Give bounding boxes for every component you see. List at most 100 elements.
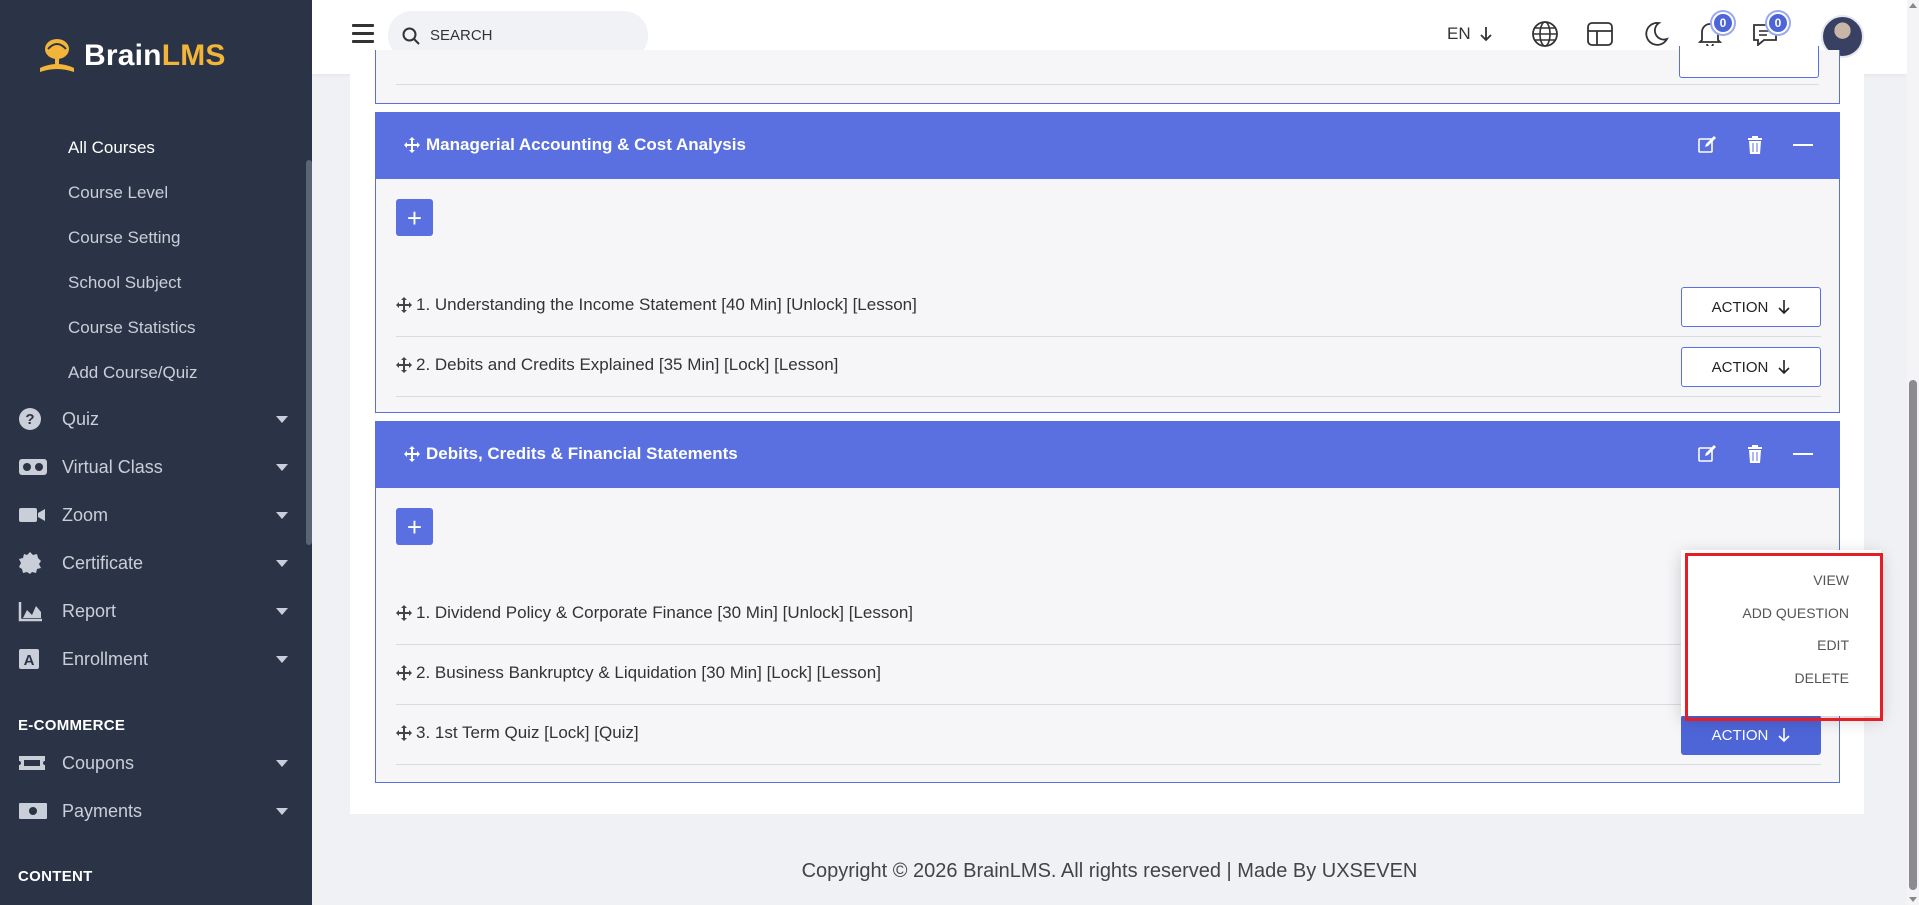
footer-copyright: Copyright © 2026 BrainLMS. All rights re… xyxy=(801,860,1418,882)
drag-move-icon[interactable] xyxy=(404,446,420,462)
sidebar-sub-all-courses[interactable]: All Courses xyxy=(68,138,155,158)
lesson-title: 2. Business Bankruptcy & Liquidation [30… xyxy=(416,663,881,682)
action-label: ACTION xyxy=(1711,358,1769,376)
edit-icon[interactable] xyxy=(1697,443,1717,465)
scroll-up-arrow-icon[interactable] xyxy=(1909,3,1917,8)
sidebar-item-label: Virtual Class xyxy=(62,456,163,477)
sidebar-item-report[interactable]: Report xyxy=(18,596,288,626)
lesson-title: 3. 1st Term Quiz [Lock] [Quiz] xyxy=(416,723,639,742)
sidebar-item-certificate[interactable]: Certificate xyxy=(18,548,288,578)
trash-icon[interactable] xyxy=(1745,134,1765,156)
svg-text:?: ? xyxy=(25,411,34,428)
caret-down-icon xyxy=(276,607,288,615)
drag-move-icon[interactable] xyxy=(404,137,420,153)
certificate-icon xyxy=(18,550,48,576)
action-button[interactable]: ACTION xyxy=(1681,347,1821,387)
add-lesson-button[interactable]: + xyxy=(396,199,433,236)
drag-move-icon[interactable] xyxy=(396,605,412,621)
sidebar-item-enrollment[interactable]: A Enrollment xyxy=(18,644,288,674)
search-input[interactable] xyxy=(430,27,620,44)
sidebar-heading-content: CONTENT xyxy=(18,868,93,885)
arrow-down-icon xyxy=(1479,27,1492,42)
caret-down-icon xyxy=(276,415,288,423)
area-chart-icon xyxy=(18,598,48,624)
caret-down-icon xyxy=(276,759,288,767)
sidebar-item-label: Payments xyxy=(62,800,143,821)
drag-move-icon[interactable] xyxy=(396,297,412,313)
page-scrollbar[interactable] xyxy=(1907,0,1919,905)
lesson-title: 1. Understanding the Income Statement [4… xyxy=(416,295,917,314)
caret-down-icon xyxy=(276,463,288,471)
sidebar-sub-course-setting[interactable]: Course Setting xyxy=(68,228,180,248)
question-circle-icon: ? xyxy=(18,406,48,432)
section-header: Debits, Credits & Financial Statements xyxy=(376,422,1839,488)
arrow-down-icon xyxy=(1778,300,1790,315)
collapse-minus-icon[interactable] xyxy=(1793,134,1813,156)
app-logo[interactable]: BrainLMS xyxy=(36,36,226,76)
add-lesson-button[interactable]: + xyxy=(396,508,433,545)
svg-text:A: A xyxy=(24,652,35,669)
logo-text-lms: LMS xyxy=(161,39,226,72)
lesson-row: 2. Debits and Credits Explained [35 Min]… xyxy=(396,337,1821,397)
action-label: ACTION xyxy=(1711,298,1769,316)
lesson-title: 1. Dividend Policy & Corporate Finance [… xyxy=(416,603,914,622)
course-section: Debits, Credits & Financial Statements +… xyxy=(375,421,1840,783)
sidebar-item-label: Certificate xyxy=(62,552,144,573)
sidebar-scrollbar[interactable] xyxy=(306,160,312,545)
section-header: Managerial Accounting & Cost Analysis xyxy=(376,113,1839,179)
action-button-partial[interactable] xyxy=(1679,46,1819,78)
sidebar-sub-course-statistics[interactable]: Course Statistics xyxy=(68,318,196,338)
lesson-row: 1. Dividend Policy & Corporate Finance [… xyxy=(396,585,1821,645)
section-title: Managerial Accounting & Cost Analysis xyxy=(426,135,746,154)
drag-move-icon[interactable] xyxy=(396,665,412,681)
sidebar-sub-school-subject[interactable]: School Subject xyxy=(68,273,181,293)
video-camera-icon xyxy=(18,502,48,528)
arrow-down-icon xyxy=(1778,728,1790,743)
section-title: Debits, Credits & Financial Statements xyxy=(426,444,738,463)
trash-icon[interactable] xyxy=(1745,443,1765,465)
action-button[interactable]: ACTION xyxy=(1681,287,1821,327)
drag-move-icon[interactable] xyxy=(396,725,412,741)
language-selector[interactable]: EN xyxy=(1447,24,1493,44)
sidebar-item-label: Zoom xyxy=(62,504,109,525)
dark-mode-moon-icon[interactable] xyxy=(1639,18,1671,50)
layout-icon[interactable] xyxy=(1584,18,1616,50)
arrow-down-icon xyxy=(1778,360,1790,375)
sidebar-item-payments[interactable]: Payments xyxy=(18,796,288,826)
lesson-title: 2. Debits and Credits Explained [35 Min]… xyxy=(416,355,839,374)
caret-down-icon xyxy=(276,559,288,567)
action-label: ACTION xyxy=(1711,726,1769,744)
language-label: EN xyxy=(1447,24,1471,43)
lesson-row: 2. Business Bankruptcy & Liquidation [30… xyxy=(396,645,1821,705)
sidebar-item-virtual-class[interactable]: Virtual Class xyxy=(18,452,288,482)
sidebar: BrainLMS All Courses Course Level Course… xyxy=(0,0,312,905)
action-button-active[interactable]: ACTION xyxy=(1681,715,1821,755)
caret-down-icon xyxy=(276,655,288,663)
caret-down-icon xyxy=(276,511,288,519)
scroll-down-arrow-icon[interactable] xyxy=(1909,897,1917,902)
globe-icon[interactable] xyxy=(1529,18,1561,50)
message-badge: 0 xyxy=(1767,12,1789,34)
caret-down-icon xyxy=(276,807,288,815)
vr-headset-icon xyxy=(18,454,48,480)
sidebar-item-coupons[interactable]: Coupons xyxy=(18,748,288,778)
sidebar-sub-add-course-quiz[interactable]: Add Course/Quiz xyxy=(68,363,197,383)
hamburger-menu-icon[interactable] xyxy=(352,24,374,44)
sidebar-heading-ecommerce: E-COMMERCE xyxy=(18,717,126,734)
course-section: Managerial Accounting & Cost Analysis + … xyxy=(375,112,1840,413)
scrollbar-thumb[interactable] xyxy=(1909,380,1917,890)
notification-badge: 0 xyxy=(1712,12,1734,34)
highlight-box xyxy=(1685,553,1883,721)
sidebar-item-zoom[interactable]: Zoom xyxy=(18,500,288,530)
money-icon xyxy=(18,798,48,824)
logo-text-brain: Brain xyxy=(84,39,162,72)
enrollment-icon: A xyxy=(18,646,48,672)
sidebar-item-label: Quiz xyxy=(62,408,100,429)
lesson-row: 3. 1st Term Quiz [Lock] [Quiz] ACTION xyxy=(396,705,1821,765)
collapse-minus-icon[interactable] xyxy=(1793,443,1813,465)
sidebar-item-label: Enrollment xyxy=(62,648,149,669)
sidebar-sub-course-level[interactable]: Course Level xyxy=(68,183,168,203)
drag-move-icon[interactable] xyxy=(396,357,412,373)
edit-icon[interactable] xyxy=(1697,134,1717,156)
sidebar-item-quiz[interactable]: ? Quiz xyxy=(18,404,288,434)
